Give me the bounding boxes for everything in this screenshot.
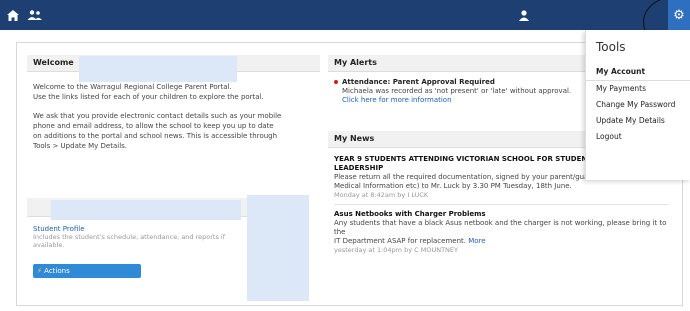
- menu-item-change-password[interactable]: Change My Password: [586, 97, 690, 113]
- actions-button[interactable]: ⚡ Actions: [33, 264, 141, 278]
- lightning-icon: ⚡: [37, 267, 42, 275]
- news-title[interactable]: Asus Netbooks with Charger Problems: [334, 210, 676, 219]
- tools-menu-title: Tools: [596, 40, 626, 54]
- alerts-header-label: My Alerts: [334, 58, 377, 67]
- welcome-text: Welcome to the Warragul Regional College…: [27, 72, 320, 151]
- welcome-line: Welcome to the Warragul Regional College…: [33, 83, 232, 91]
- welcome-line: We ask that you provide electronic conta…: [33, 112, 282, 120]
- news-meta: Monday at 8:42am by I LUCK: [334, 191, 429, 199]
- news-item: Asus Netbooks with Charger Problems Any …: [328, 205, 676, 255]
- news-body: IT Department ASAP for replacement.: [334, 237, 466, 245]
- student-panel: Student Profile Includes the student's s…: [27, 198, 250, 278]
- welcome-line: Use the links listed for each of your ch…: [33, 93, 264, 101]
- profile-description: Includes the student's schedule, attenda…: [33, 233, 226, 241]
- user-icon[interactable]: [517, 0, 531, 30]
- profile-description: available.: [33, 241, 65, 249]
- welcome-header-label: Welcome: [33, 58, 74, 67]
- top-nav-bar: ⚙: [0, 0, 690, 30]
- menu-item-update-details[interactable]: Update My Details: [586, 113, 690, 129]
- news-body: Medical Information etc) to Mr. Luck by …: [334, 182, 572, 190]
- news-meta: yesterday at 1:04pm by C MOUNTNEY: [334, 246, 458, 254]
- menu-item-my-account[interactable]: My Account: [586, 64, 690, 81]
- people-icon[interactable]: [25, 0, 45, 30]
- news-header-label: My News: [334, 134, 375, 143]
- news-more-link[interactable]: More: [468, 237, 485, 245]
- welcome-panel: Welcome Welcome to the Warragul Regional…: [27, 55, 320, 151]
- menu-item-my-payments[interactable]: My Payments: [586, 81, 690, 97]
- redacted-name: [79, 56, 237, 82]
- portal-page: Welcome Welcome to the Warragul Regional…: [16, 42, 683, 306]
- alert-dot-icon: [334, 80, 338, 84]
- alert-title: Attendance: Parent Approval Required: [342, 78, 495, 86]
- menu-item-logout[interactable]: Logout: [586, 129, 690, 145]
- welcome-line: Tools > Update My Details.: [33, 142, 128, 150]
- redacted-student-name: [51, 200, 241, 220]
- actions-label: Actions: [44, 267, 70, 275]
- welcome-line: on additions to the portal and school ne…: [33, 132, 278, 140]
- welcome-line: phone and email address, to allow the sc…: [33, 122, 274, 130]
- home-icon[interactable]: [5, 0, 21, 30]
- redacted-photo: [247, 195, 309, 301]
- news-body: Any students that have a black Asus netb…: [334, 219, 667, 236]
- tools-menu: Tools My Account My Payments Change My P…: [585, 30, 690, 180]
- student-profile-link[interactable]: Student Profile: [33, 225, 250, 233]
